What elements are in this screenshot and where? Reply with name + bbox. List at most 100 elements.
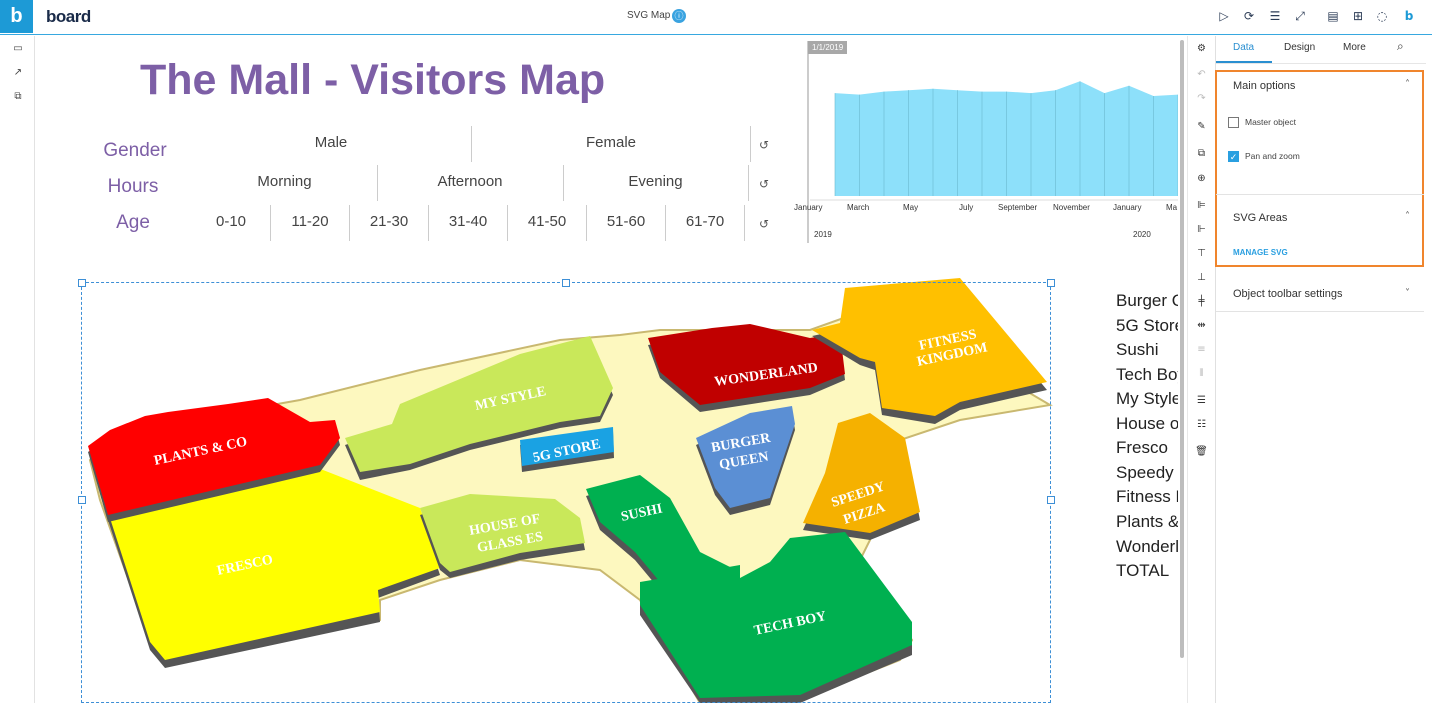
gender-option-male[interactable]: Male [192, 134, 470, 151]
board-logo-icon[interactable]: b [0, 0, 33, 33]
page-heading: The Mall - Visitors Map [140, 56, 606, 104]
hours-label: Hours [107, 176, 159, 197]
chevron-down-icon[interactable]: ˅ [1405, 288, 1410, 299]
left-toolbar: ▭ ↗ ⧉ [0, 36, 35, 703]
divider [750, 126, 751, 162]
duplicate-icon[interactable]: ⊕ [1195, 172, 1208, 185]
age-option[interactable]: 21-30 [350, 213, 428, 230]
legend-item: Tech Boy [1116, 365, 1178, 384]
divider [1216, 311, 1424, 312]
divider [1216, 194, 1424, 195]
chart-icon[interactable]: ↗ [11, 66, 25, 80]
svg-areas-title[interactable]: SVG Areas [1233, 212, 1287, 224]
layout-icon[interactable]: ☰ [1267, 8, 1283, 24]
distribute-horizontal-icon[interactable]: ⦀ [1195, 367, 1208, 380]
x-tick-label: Ma [1166, 203, 1178, 212]
redo-icon[interactable]: ↷ [1195, 92, 1208, 105]
legend-item: TOTAL [1116, 561, 1170, 580]
manage-svg-link[interactable]: MANAGE SVG [1233, 248, 1288, 257]
visitors-area-chart[interactable] [806, 39, 1178, 245]
legend-item: Fitness Kingdom [1116, 487, 1178, 506]
object-tree-icon[interactable]: ⧉ [11, 90, 25, 104]
board-menu-icon[interactable]: b [1401, 8, 1417, 24]
resize-handle[interactable] [1047, 496, 1055, 504]
hours-option-evening[interactable]: Evening [563, 173, 748, 190]
resize-handle[interactable] [1047, 279, 1055, 287]
resize-handle[interactable] [78, 496, 86, 504]
settings-sliders-icon[interactable]: ⚙ [1195, 42, 1208, 55]
chevron-up-icon[interactable]: ˄ [1405, 79, 1410, 90]
hours-option-morning[interactable]: Morning [192, 173, 377, 190]
delete-icon[interactable]: 🗑 [1195, 445, 1208, 458]
page-title: SVG Map [627, 10, 671, 21]
legend-item: Sushi [1116, 340, 1159, 359]
age-label: Age [116, 212, 150, 233]
x-tick-label: November [1053, 203, 1090, 212]
search-icon[interactable]: ⌕ [1397, 39, 1404, 54]
x-tick-label: January [1113, 203, 1142, 212]
age-option[interactable]: 0-10 [192, 213, 270, 230]
highlight-frame [1215, 70, 1424, 267]
format-painter-icon[interactable]: ✎ [1195, 120, 1208, 133]
legend-item: Plants & Co [1116, 512, 1178, 531]
hours-option-afternoon[interactable]: Afternoon [377, 173, 563, 190]
tab-more[interactable]: More [1343, 42, 1366, 53]
align-bottom-icon[interactable]: ⊥ [1195, 271, 1208, 284]
align-left-icon[interactable]: ⊫ [1195, 199, 1208, 212]
resize-handle[interactable] [562, 279, 570, 287]
chart-date-badge: 1/1/2019 [808, 41, 848, 54]
age-option[interactable]: 11-20 [271, 213, 349, 230]
divider [744, 205, 745, 241]
distribute-vertical-icon[interactable]: ≡ [1195, 343, 1208, 356]
align-center-icon[interactable]: ╪ [1195, 295, 1208, 308]
copy-icon[interactable]: ⧉ [1195, 147, 1208, 160]
divider [1216, 63, 1426, 64]
tab-design[interactable]: Design [1284, 42, 1315, 53]
grid-icon[interactable]: ⊞ [1350, 8, 1366, 24]
legend-item: Fresco [1116, 438, 1168, 457]
age-option[interactable]: 51-60 [587, 213, 665, 230]
pan-zoom-label: Pan and zoom [1245, 151, 1300, 161]
legend-item: House of Glasses [1116, 414, 1178, 433]
bring-front-icon[interactable]: ☰ [1195, 394, 1208, 407]
undo-icon[interactable]: ↶ [1195, 68, 1208, 81]
send-back-icon[interactable]: ☷ [1195, 418, 1208, 431]
main-options-title[interactable]: Main options [1233, 80, 1295, 92]
year-label: 2020 [1133, 230, 1151, 239]
map-selection-frame[interactable] [81, 282, 1051, 703]
screen-icon[interactable]: ▭ [11, 42, 25, 56]
play-icon[interactable]: ▷ [1216, 8, 1232, 24]
resize-handle[interactable] [78, 279, 86, 287]
x-tick-label: March [847, 203, 870, 212]
year-label: 2019 [814, 230, 832, 239]
align-middle-icon[interactable]: ⇹ [1195, 319, 1208, 332]
master-object-label: Master object [1245, 117, 1297, 127]
tab-data[interactable]: Data [1233, 42, 1254, 53]
canvas-scrollbar[interactable] [1180, 40, 1184, 658]
align-right-icon[interactable]: ⊩ [1195, 223, 1208, 236]
x-tick-label: January [794, 203, 823, 212]
legend-item: 5G Store [1116, 316, 1178, 335]
board-wordmark: board [46, 7, 91, 26]
gender-option-female[interactable]: Female [472, 134, 750, 151]
divider [748, 165, 749, 201]
age-reset-icon[interactable]: ↺ [759, 217, 769, 231]
toolbar-settings-title[interactable]: Object toolbar settings [1233, 288, 1342, 300]
legend-item: Speedy [1116, 463, 1174, 482]
refresh-icon[interactable]: ⟳ [1241, 8, 1257, 24]
age-option[interactable]: 41-50 [508, 213, 586, 230]
age-option[interactable]: 61-70 [666, 213, 744, 230]
top-bar: b board SVG Map ⓘ ▷ ⟳ ☰ ⤢ ▤ ⊞ ◌ b [0, 0, 1432, 35]
pan-zoom-checkbox[interactable]: ✓ [1228, 151, 1239, 162]
gender-reset-icon[interactable]: ↺ [759, 138, 769, 152]
chevron-up-icon[interactable]: ˄ [1405, 211, 1410, 222]
fullscreen-icon[interactable]: ⤢ [1292, 8, 1308, 24]
comment-icon[interactable]: ◌ [1374, 8, 1390, 24]
master-object-checkbox[interactable] [1228, 117, 1239, 128]
page-info-badge[interactable]: ⓘ [672, 9, 686, 23]
age-option[interactable]: 31-40 [429, 213, 507, 230]
hours-reset-icon[interactable]: ↺ [759, 177, 769, 191]
legend-item: My Style [1116, 389, 1178, 408]
align-top-icon[interactable]: ⊤ [1195, 247, 1208, 260]
presentation-icon[interactable]: ▤ [1325, 8, 1341, 24]
